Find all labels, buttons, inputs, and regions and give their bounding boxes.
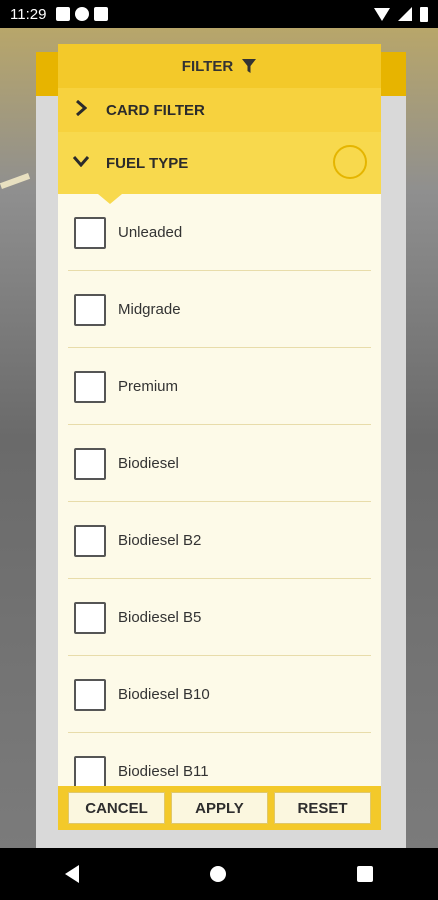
dialog-footer: CANCEL APPLY RESET	[58, 786, 381, 830]
checkbox[interactable]	[74, 370, 106, 403]
option-label: Biodiesel B2	[118, 532, 202, 549]
option-label: Premium	[118, 378, 179, 395]
chevron-down-icon	[72, 154, 90, 172]
option-label: Biodiesel B11	[118, 763, 209, 780]
option-label: Biodiesel	[118, 455, 179, 472]
fuel-type-section[interactable]: FUEL TYPE	[58, 132, 381, 204]
fuel-option-unleaded[interactable]: Unleaded	[58, 194, 381, 271]
home-icon[interactable]	[209, 866, 226, 882]
checkbox[interactable]	[74, 216, 106, 249]
select-all-toggle[interactable]	[333, 145, 367, 179]
notification-icons	[56, 7, 109, 21]
option-label: Biodiesel B5	[118, 609, 202, 626]
checkbox[interactable]	[74, 293, 106, 326]
sd-card-icon	[94, 7, 109, 21]
fuel-option-premium[interactable]: Premium	[58, 348, 381, 425]
checkbox[interactable]	[74, 601, 106, 634]
checkbox[interactable]	[74, 524, 106, 557]
apply-button[interactable]: APPLY	[171, 792, 268, 824]
recent-apps-icon[interactable]	[356, 866, 373, 882]
card-filter-section[interactable]: CARD FILTER	[58, 88, 381, 132]
signal-icon	[398, 7, 412, 21]
option-label: Unleaded	[118, 224, 183, 241]
status-time: 11:29	[10, 5, 47, 23]
card-filter-label: CARD FILTER	[106, 101, 205, 119]
chevron-right-icon	[72, 99, 90, 121]
cancel-button[interactable]: CANCEL	[68, 792, 165, 824]
checkbox[interactable]	[74, 755, 106, 788]
fuel-type-label: FUEL TYPE	[106, 154, 189, 172]
option-label: Biodiesel B10	[118, 686, 210, 703]
filter-title: FILTER	[181, 57, 234, 75]
fuel-option-biodiesel-b10[interactable]: Biodiesel B10	[58, 656, 381, 733]
battery-icon	[420, 6, 428, 22]
filter-icon	[241, 58, 257, 74]
fuel-option-midgrade[interactable]: Midgrade	[58, 271, 381, 348]
reset-button[interactable]: RESET	[274, 792, 371, 824]
fuel-option-biodiesel[interactable]: Biodiesel	[58, 425, 381, 502]
status-bar: 11:29	[0, 0, 438, 28]
wifi-icon	[374, 7, 390, 21]
option-label: Midgrade	[118, 301, 181, 318]
checkbox[interactable]	[74, 447, 106, 480]
back-icon[interactable]	[65, 865, 80, 883]
fuel-option-biodiesel-b2[interactable]: Biodiesel B2	[58, 502, 381, 579]
fuel-option-biodiesel-b5[interactable]: Biodiesel B5	[58, 579, 381, 656]
notification-f-icon	[75, 7, 90, 21]
notification-a-icon	[56, 7, 71, 21]
background-road-decoration	[0, 173, 31, 189]
filter-dialog: FILTER CARD FILTER FUEL TYPE Unleaded Mi…	[58, 44, 381, 830]
fuel-type-options: Unleaded Midgrade Premium Biodiesel Biod…	[58, 194, 381, 810]
filter-dialog-header: FILTER	[58, 44, 381, 88]
system-nav-bar	[0, 848, 438, 900]
checkbox[interactable]	[74, 678, 106, 711]
